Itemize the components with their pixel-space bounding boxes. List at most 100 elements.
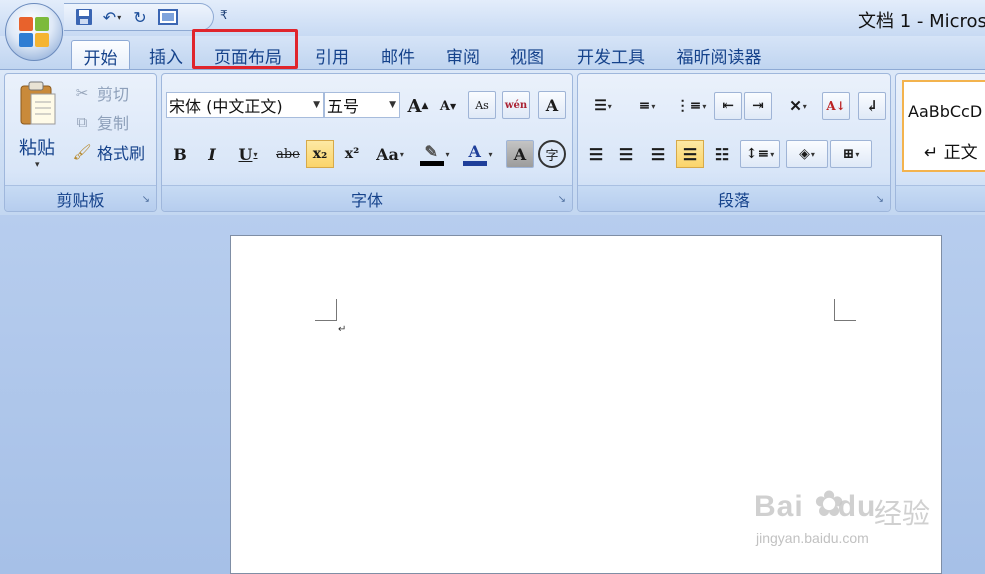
scissors-icon: ✂ — [75, 84, 89, 102]
tab-developer[interactable]: 开发工具 — [566, 40, 656, 70]
clipboard-dialog-launcher-icon[interactable]: ↘ — [142, 194, 150, 205]
clipboard-group-title: 剪贴板 — [56, 190, 105, 210]
shrink-font-button[interactable]: A ▼ — [434, 92, 462, 120]
font-dialog-launcher-icon[interactable]: ↘ — [558, 194, 566, 205]
paw-icon: ✿ — [814, 484, 845, 525]
chinese-layout-button[interactable]: ✕ ▾ — [778, 92, 818, 120]
quick-access-toolbar: ↶ ▾ ↻ — [64, 3, 214, 31]
numbering-button[interactable]: ≡ ▾ — [626, 92, 668, 120]
shading-button[interactable]: ◈ ▾ — [786, 140, 828, 168]
font-name-value: 宋体 (中文正文) — [169, 97, 283, 116]
office-button[interactable] — [5, 3, 63, 61]
chinese-layout-icon: ✕ — [789, 97, 802, 115]
margin-corner-left — [315, 299, 337, 321]
phonetic-guide-button[interactable]: wén — [502, 91, 530, 119]
tab-insert[interactable]: 插入 — [138, 40, 194, 70]
font-name-select[interactable]: 宋体 (中文正文) ▼ — [166, 92, 324, 118]
multilevel-list-button[interactable]: ⋮≡ ▾ — [670, 92, 712, 120]
style-name-label: ↵ 正文 — [924, 143, 978, 163]
font-color-button[interactable]: A ▾ — [458, 140, 498, 168]
format-painter-icon: 🖌 — [72, 143, 92, 161]
tab-mailings[interactable]: 邮件 — [370, 40, 426, 70]
cut-button[interactable]: ✂ 剪切 — [71, 80, 129, 106]
paste-label: 粘贴 — [19, 138, 55, 159]
italic-button[interactable]: I — [198, 140, 226, 168]
clear-formatting-button[interactable]: Aꜱ — [468, 91, 496, 119]
baidu-watermark: Bai du ✿ 经验 jingyan.baidu.com — [754, 484, 944, 560]
format-painter-button[interactable]: 🖌 格式刷 — [71, 139, 145, 165]
redo-icon[interactable]: ↻ — [130, 7, 150, 27]
line-spacing-button[interactable]: ↕≡ ▾ — [740, 140, 780, 168]
tab-references[interactable]: 引用 — [304, 40, 360, 70]
bold-icon: B — [173, 144, 187, 164]
subscript-button[interactable]: x₂ — [306, 140, 334, 168]
character-border-button[interactable]: A — [538, 91, 566, 119]
change-case-button[interactable]: Aa ▾ — [370, 140, 410, 168]
tab-review[interactable]: 审阅 — [435, 40, 491, 70]
style-normal-tile[interactable]: AaBbCcD ↵ 正文 — [902, 80, 985, 172]
qat-customize-icon[interactable]: ₹ — [220, 8, 228, 22]
paste-button[interactable]: 粘贴 ▾ — [15, 78, 63, 174]
office-logo-icon — [19, 17, 49, 47]
font-group: 宋体 (中文正文) ▼ 五号 ▼ A ▲ A ▼ Aꜱ wén A B I U ▾ a… — [161, 73, 573, 212]
paragraph-mark: ↵ — [338, 324, 347, 335]
decrease-indent-button[interactable]: ⇤ — [714, 92, 742, 120]
distributed-icon: ☷ — [714, 144, 730, 164]
bold-button[interactable]: B — [166, 140, 194, 168]
print-preview-icon[interactable] — [158, 7, 178, 27]
copy-label: 复制 — [97, 114, 130, 133]
superscript-button[interactable]: x² — [338, 140, 366, 168]
font-size-select[interactable]: 五号 ▼ — [324, 92, 400, 118]
copy-icon: ⧉ — [76, 113, 88, 131]
save-icon[interactable] — [74, 7, 94, 27]
strikethrough-icon: abe — [276, 146, 300, 162]
sort-button[interactable]: A↓ — [822, 92, 850, 120]
font-group-title: 字体 — [350, 190, 383, 210]
watermark-cn: 经验 — [874, 497, 931, 530]
eraser-icon: Aꜱ — [475, 98, 489, 112]
tab-foxit-reader[interactable]: 福昕阅读器 — [667, 40, 771, 70]
align-right-button[interactable]: ☰ — [644, 140, 672, 168]
decrease-indent-icon: ⇤ — [722, 98, 734, 114]
show-hide-marks-button[interactable]: ↲ — [858, 92, 886, 120]
character-border-icon: A — [545, 95, 559, 115]
undo-icon[interactable]: ↶ ▾ — [102, 7, 122, 27]
paint-bucket-icon: ◈ — [799, 146, 810, 162]
align-left-button[interactable]: ☰ — [582, 140, 610, 168]
highlight-color-button[interactable]: ✎ ▾ — [414, 140, 456, 168]
phonetic-guide-icon: wén — [504, 99, 528, 111]
underline-button[interactable]: U ▾ — [230, 140, 266, 168]
justify-icon: ☰ — [682, 144, 698, 164]
grow-font-button[interactable]: A ▲ — [404, 92, 432, 120]
copy-button[interactable]: ⧉ 复制 — [71, 109, 129, 135]
paragraph-group-title: 段落 — [717, 190, 750, 210]
enclose-characters-icon: 字 — [545, 148, 559, 164]
justify-button[interactable]: ☰ — [676, 140, 704, 168]
distributed-button[interactable]: ☷ — [708, 140, 736, 168]
borders-icon: ⊞ — [842, 146, 855, 162]
bullets-button[interactable]: ☰ ▾ — [582, 92, 624, 120]
window-title: 文档 1 - Micros — [858, 11, 985, 32]
align-right-icon: ☰ — [650, 144, 666, 164]
ribbon: 粘贴 ▾ ✂ 剪切 ⧉ 复制 🖌 格式刷 剪贴板 ↘ 宋体 (中文正文) ▼ 五… — [0, 69, 985, 215]
subscript-icon: x₂ — [312, 146, 328, 162]
increase-indent-icon: ⇥ — [752, 98, 764, 114]
strikethrough-button[interactable]: abe — [274, 140, 302, 168]
tab-view[interactable]: 视图 — [499, 40, 555, 70]
paragraph-dialog-launcher-icon[interactable]: ↘ — [876, 194, 884, 205]
chevron-down-icon: ▼ — [313, 100, 320, 110]
cut-label: 剪切 — [97, 85, 130, 104]
paragraph-group-label: 段落 ↘ — [578, 185, 890, 211]
shrink-font-icon: A — [439, 98, 450, 114]
pilcrow-icon: ↲ — [865, 97, 879, 115]
increase-indent-button[interactable]: ⇥ — [744, 92, 772, 120]
enclose-characters-button[interactable]: 字 — [538, 140, 566, 168]
align-center-button[interactable]: ☰ — [612, 140, 640, 168]
highlighter-icon: ✎ — [420, 142, 445, 166]
sort-az-icon: A↓ — [826, 99, 846, 113]
borders-button[interactable]: ⊞ ▾ — [830, 140, 872, 168]
tab-home[interactable]: 开始 — [71, 40, 130, 71]
margin-corner-right — [834, 299, 856, 321]
character-shading-button[interactable]: A — [506, 140, 534, 168]
font-color-icon: A — [463, 142, 488, 166]
